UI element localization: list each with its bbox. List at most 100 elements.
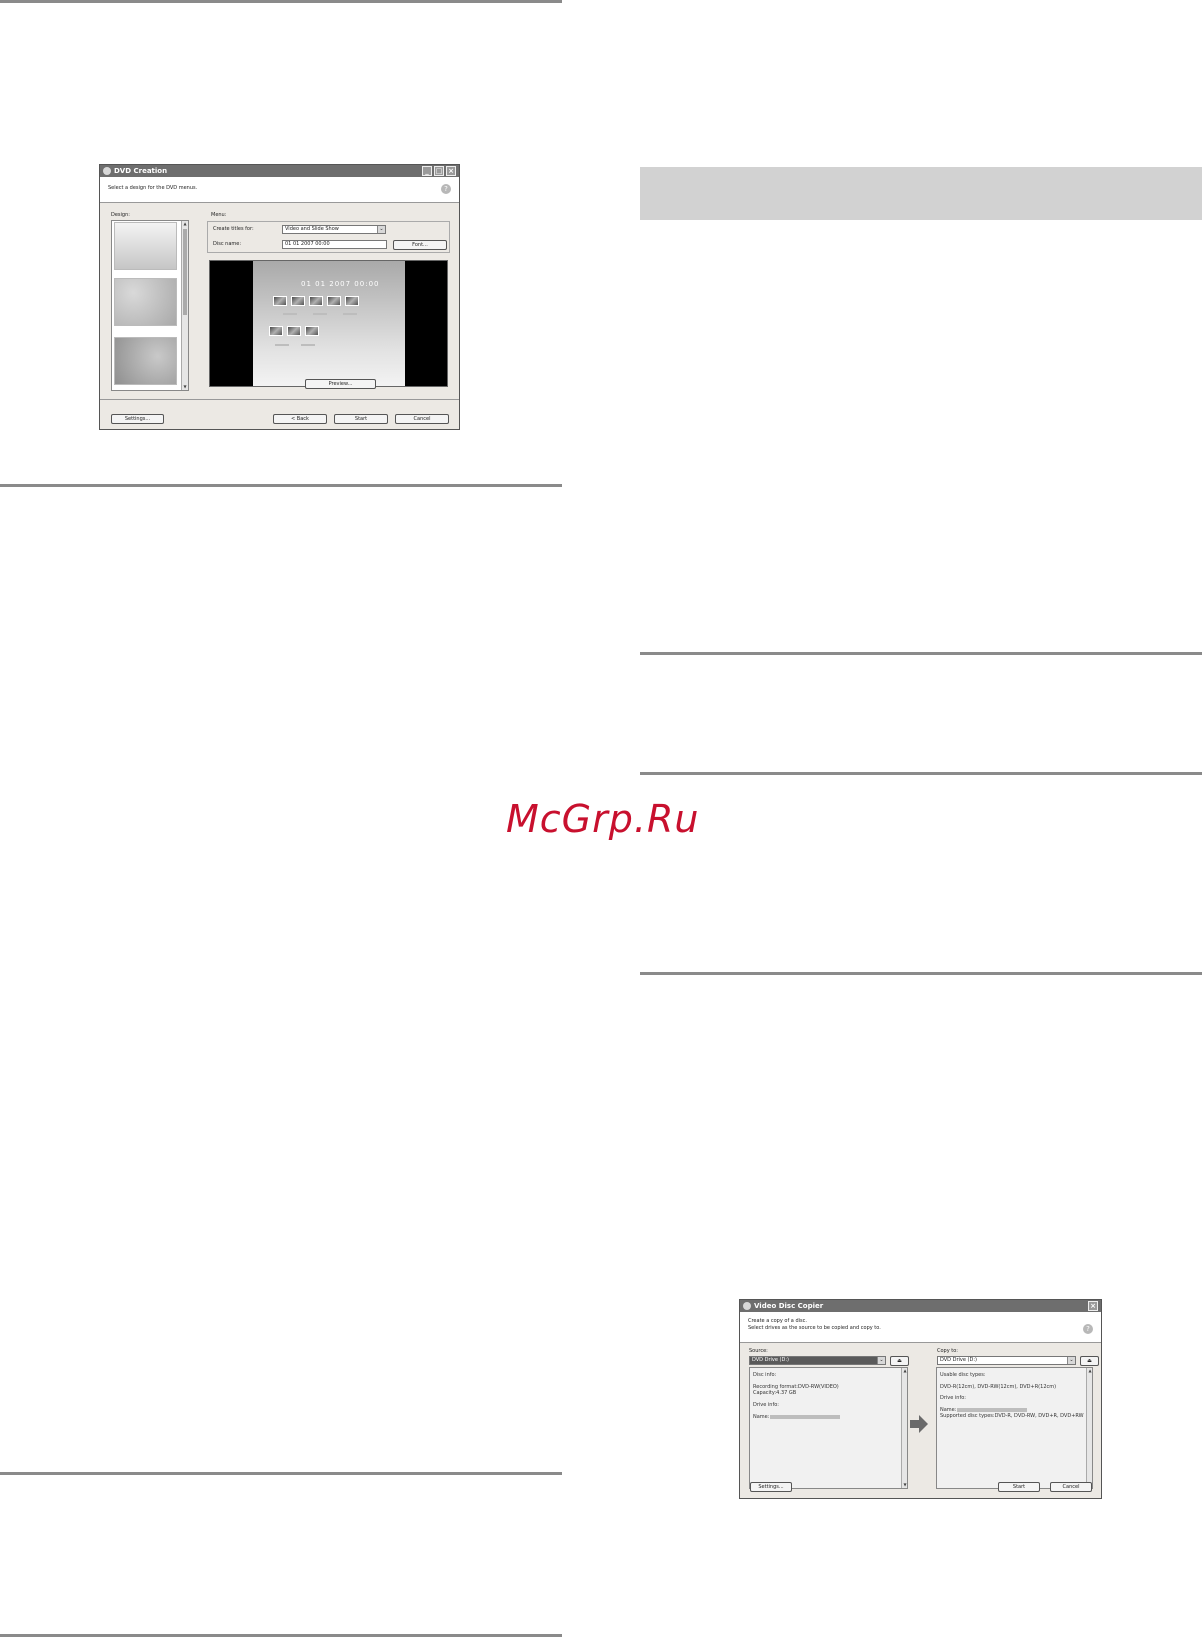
start-button[interactable]: Start bbox=[334, 414, 388, 424]
settings-button[interactable]: Settings... bbox=[750, 1482, 792, 1492]
copy-to-eject-button[interactable]: ⏏ bbox=[1080, 1356, 1099, 1366]
watermark: McGrp.Ru bbox=[506, 797, 700, 841]
create-titles-label: Create titles for: bbox=[213, 226, 254, 232]
close-icon[interactable]: × bbox=[1088, 1301, 1098, 1311]
title-bar[interactable]: Video Disc Copier × bbox=[740, 1300, 1101, 1312]
divider-left-1 bbox=[0, 484, 562, 487]
app-icon bbox=[743, 1302, 751, 1310]
preview-caption bbox=[301, 344, 315, 346]
cancel-button[interactable]: Cancel bbox=[1050, 1482, 1092, 1492]
copy-to-info-box: Usable disc types: DVD-R(12cm), DVD-RW(1… bbox=[936, 1367, 1093, 1489]
drive-info-label: Drive info: bbox=[940, 1395, 966, 1401]
chevron-down-icon[interactable]: ⌄ bbox=[377, 226, 385, 233]
chevron-down-icon[interactable]: ⌄ bbox=[1067, 1357, 1075, 1364]
divider-right-1 bbox=[640, 652, 1202, 655]
header-area: Select a design for the DVD menus. ? bbox=[100, 177, 459, 203]
preview-thumbnail bbox=[305, 326, 319, 336]
source-drive-value: DVD Drive (D:) bbox=[752, 1357, 789, 1363]
window-title: DVD Creation bbox=[114, 167, 168, 175]
usable-disc-types: DVD-R(12cm), DVD-RW(12cm), DVD+R(12cm) bbox=[940, 1384, 1057, 1390]
copy-arrow-icon bbox=[910, 1415, 928, 1433]
design-thumbnail[interactable] bbox=[114, 337, 177, 385]
copy-to-drive-select[interactable]: DVD Drive (D:) ⌄ bbox=[937, 1356, 1076, 1365]
scroll-up-icon[interactable]: ▲ bbox=[902, 1368, 907, 1374]
divider-right-2 bbox=[640, 772, 1202, 775]
source-label: Source: bbox=[749, 1348, 768, 1354]
preview-thumbnail bbox=[327, 296, 341, 306]
maximize-icon[interactable]: □ bbox=[434, 166, 444, 176]
design-scrollbar[interactable]: ▲ ▼ bbox=[181, 221, 188, 390]
capacity: Capacity:4.37 GB bbox=[753, 1390, 797, 1396]
video-disc-copier-dialog: Video Disc Copier × Create a copy of a d… bbox=[739, 1299, 1102, 1499]
preview-caption bbox=[275, 344, 289, 346]
app-icon bbox=[103, 167, 111, 175]
menu-preview: 01 01 2007 00:00 bbox=[209, 260, 448, 387]
scroll-up-icon[interactable]: ▲ bbox=[182, 221, 188, 227]
help-icon[interactable]: ? bbox=[1083, 1324, 1093, 1334]
menu-label: Menu: bbox=[211, 212, 227, 218]
footer-divider bbox=[100, 399, 459, 400]
preview-thumbnail bbox=[269, 326, 283, 336]
copy-to-scrollbar[interactable]: ▲ ▼ bbox=[1086, 1368, 1092, 1488]
instruction-text: Select a design for the DVD menus. bbox=[108, 185, 198, 191]
preview-caption bbox=[313, 313, 327, 315]
bottom-rule-left bbox=[0, 1634, 562, 1637]
help-icon[interactable]: ? bbox=[441, 184, 451, 194]
drive-name-blurred bbox=[770, 1415, 840, 1419]
drive-info-label: Drive info: bbox=[753, 1402, 779, 1408]
close-icon[interactable]: × bbox=[446, 166, 456, 176]
preview-caption bbox=[343, 313, 357, 315]
window-title: Video Disc Copier bbox=[754, 1302, 824, 1310]
cancel-button[interactable]: Cancel bbox=[395, 414, 449, 424]
preview-caption bbox=[283, 313, 297, 315]
header-band bbox=[640, 167, 1202, 220]
start-button[interactable]: Start bbox=[998, 1482, 1040, 1492]
settings-button[interactable]: Settings... bbox=[111, 414, 164, 424]
font-button[interactable]: Font... bbox=[393, 240, 447, 250]
instruction-line-2: Select drives as the source to be copied… bbox=[748, 1325, 881, 1331]
preview-thumbnail bbox=[287, 326, 301, 336]
preview-title: 01 01 2007 00:00 bbox=[301, 280, 380, 288]
divider-left-2 bbox=[0, 1472, 562, 1475]
scroll-down-icon[interactable]: ▼ bbox=[182, 384, 188, 390]
source-scrollbar[interactable]: ▲ ▼ bbox=[901, 1368, 907, 1488]
preview-button[interactable]: Preview... bbox=[305, 379, 376, 389]
disc-name-label: Disc name: bbox=[213, 241, 242, 247]
scroll-up-icon[interactable]: ▲ bbox=[1087, 1368, 1092, 1374]
back-button[interactable]: < Back bbox=[273, 414, 327, 424]
dvd-creation-dialog: DVD Creation _ □ × Select a design for t… bbox=[99, 164, 460, 430]
preview-background: 01 01 2007 00:00 bbox=[253, 261, 405, 386]
copy-to-label: Copy to: bbox=[937, 1348, 958, 1354]
chevron-down-icon[interactable]: ⌄ bbox=[877, 1357, 885, 1364]
design-thumbnail[interactable] bbox=[114, 278, 177, 326]
disc-name-input[interactable]: 01 01 2007 00:00 bbox=[282, 240, 387, 249]
preview-thumbnail bbox=[309, 296, 323, 306]
drive-name-blurred bbox=[957, 1408, 1027, 1412]
eject-icon: ⏏ bbox=[1087, 1358, 1092, 1364]
instruction-line-1: Create a copy of a disc. bbox=[748, 1318, 807, 1324]
design-list[interactable]: ▲ ▼ bbox=[111, 220, 189, 391]
minimize-icon[interactable]: _ bbox=[422, 166, 432, 176]
scroll-down-icon[interactable]: ▼ bbox=[902, 1482, 907, 1488]
preview-thumbnail bbox=[345, 296, 359, 306]
design-label: Design: bbox=[111, 212, 130, 218]
supported-disc-types: Supported disc types:DVD-R, DVD-RW, DVD+… bbox=[940, 1413, 1084, 1419]
source-drive-select[interactable]: DVD Drive (D:) ⌄ bbox=[749, 1356, 886, 1365]
disc-name-value: 01 01 2007 00:00 bbox=[285, 241, 330, 247]
drive-name-label: Name: bbox=[753, 1414, 770, 1420]
top-rule-left bbox=[0, 0, 562, 3]
preview-thumbnail bbox=[291, 296, 305, 306]
usable-disc-types-label: Usable disc types: bbox=[940, 1372, 986, 1378]
title-bar[interactable]: DVD Creation _ □ × bbox=[100, 165, 459, 177]
header-area: Create a copy of a disc. Select drives a… bbox=[740, 1312, 1101, 1343]
copy-to-drive-value: DVD Drive (D:) bbox=[940, 1357, 977, 1363]
preview-thumbnail bbox=[273, 296, 287, 306]
eject-icon: ⏏ bbox=[897, 1358, 902, 1364]
create-titles-select[interactable]: Video and Slide Show ⌄ bbox=[282, 225, 386, 234]
source-info-box: Disc info: Recording format:DVD-RW(VIDEO… bbox=[749, 1367, 908, 1489]
disc-info-label: Disc info: bbox=[753, 1372, 777, 1378]
create-titles-value: Video and Slide Show bbox=[285, 226, 339, 232]
source-eject-button[interactable]: ⏏ bbox=[890, 1356, 909, 1366]
design-thumbnail[interactable] bbox=[114, 222, 177, 270]
scroll-thumb[interactable] bbox=[183, 229, 187, 315]
